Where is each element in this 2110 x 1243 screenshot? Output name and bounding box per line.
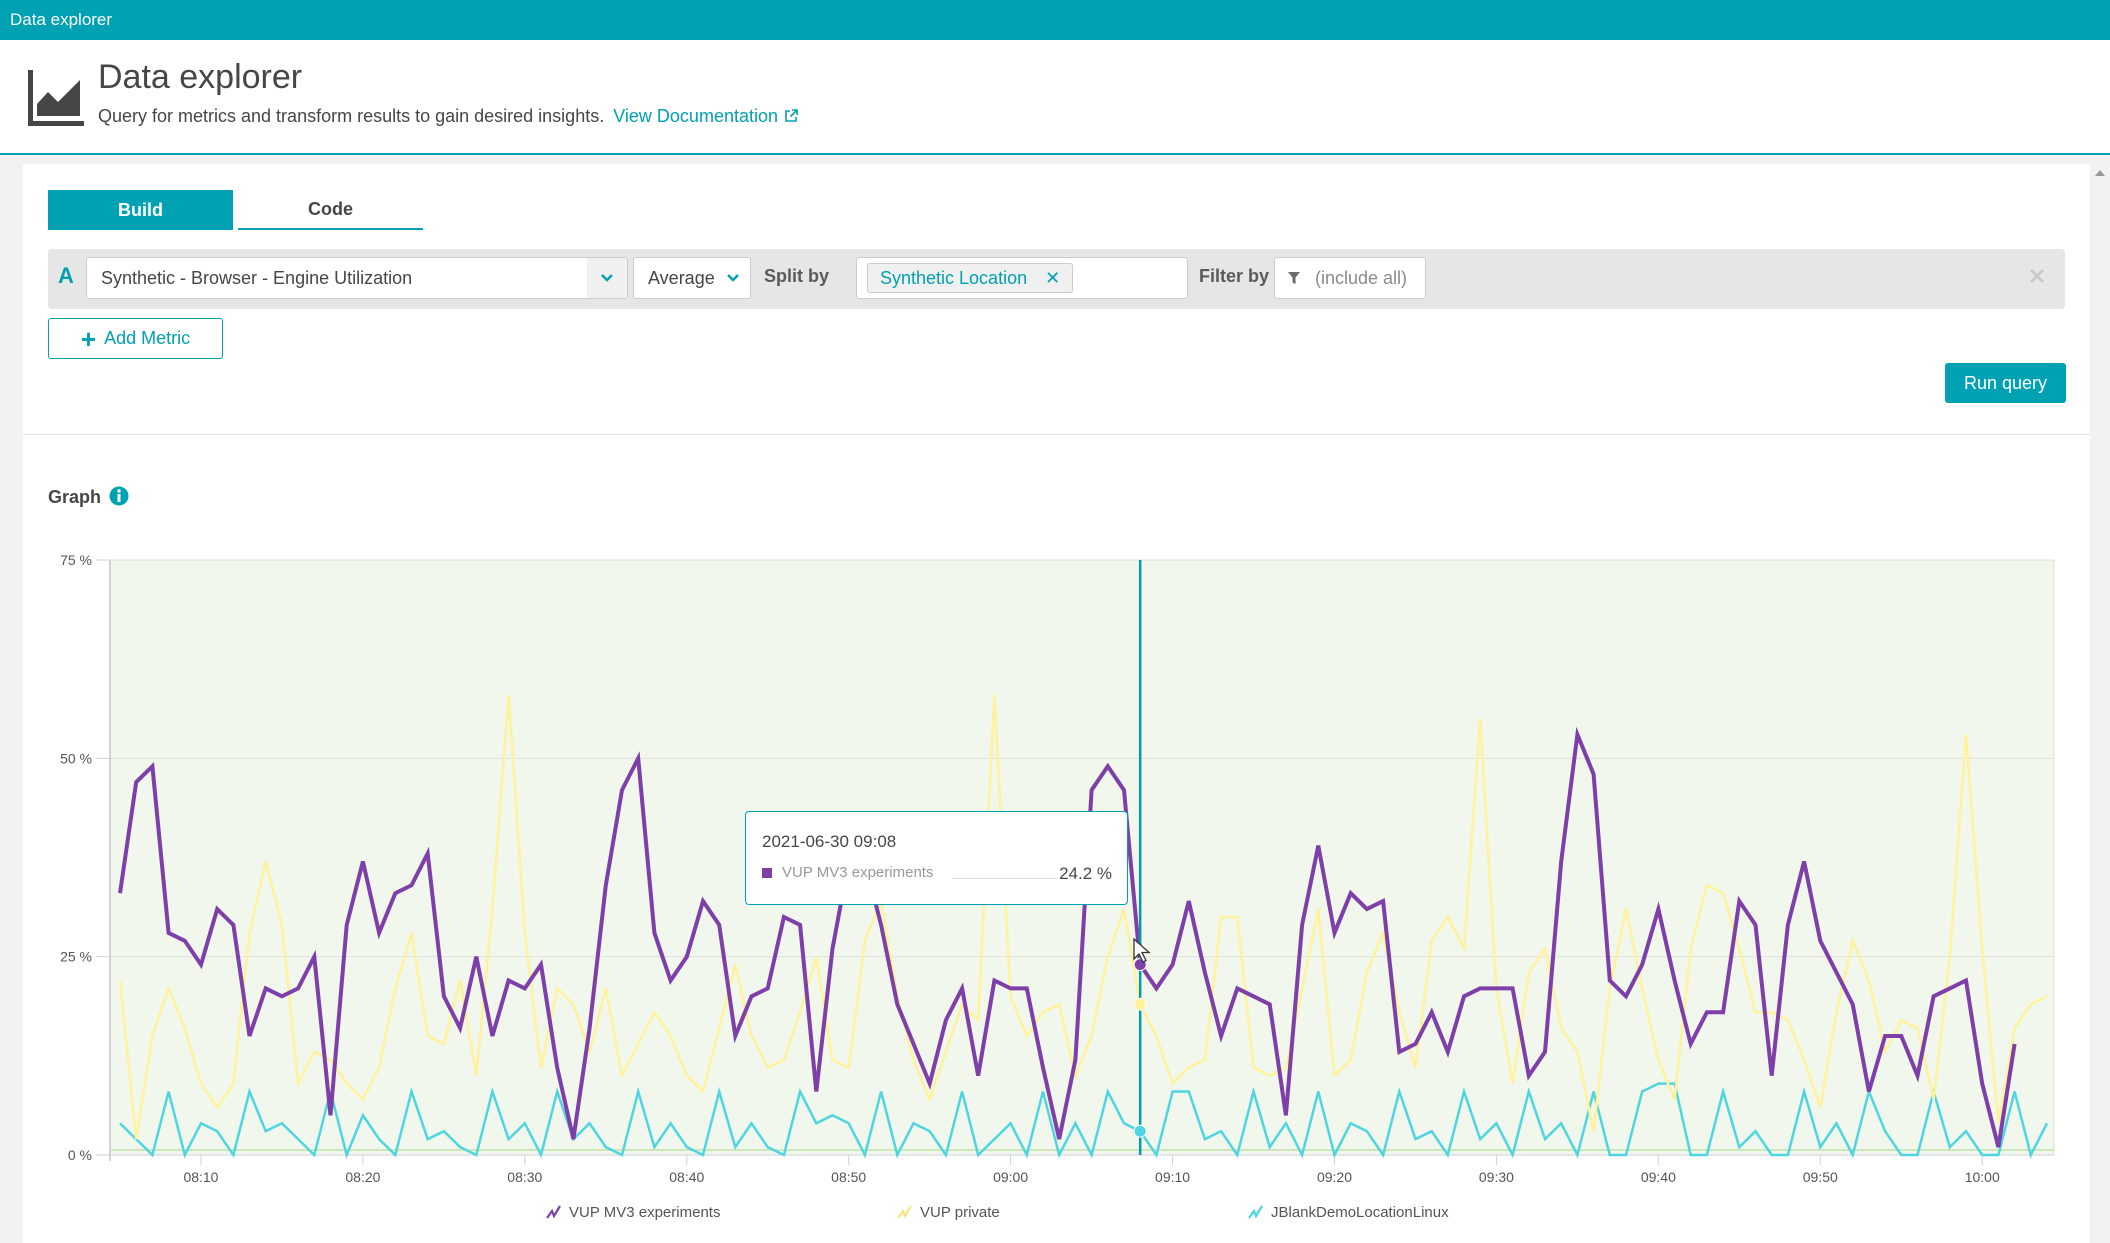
tooltip-series-value: 24.2 % bbox=[1059, 864, 1112, 883]
series-line-icon bbox=[1248, 1205, 1263, 1219]
x-tick-label: 08:20 bbox=[345, 1169, 380, 1185]
mouse-cursor-icon bbox=[1133, 938, 1151, 963]
chart-legend: VUP MV3 experiments VUP private JBlankDe… bbox=[0, 1203, 2110, 1233]
legend-item-vup-private[interactable]: VUP private bbox=[896, 1203, 1000, 1221]
y-tick-label: 75 % bbox=[60, 552, 92, 568]
x-tick-label: 09:00 bbox=[993, 1169, 1028, 1185]
series-line-icon bbox=[546, 1205, 561, 1219]
tooltip-date: 2021-06-30 09:08 bbox=[762, 832, 897, 851]
tooltip-series-name: VUP MV3 experiments bbox=[782, 864, 934, 881]
x-tick-label: 09:20 bbox=[1317, 1169, 1352, 1185]
x-tick-label: 08:30 bbox=[507, 1169, 542, 1185]
x-tick-label: 09:30 bbox=[1479, 1169, 1514, 1185]
x-tick-label: 09:40 bbox=[1641, 1169, 1676, 1185]
x-tick-label: 08:50 bbox=[831, 1169, 866, 1185]
y-tick-label: 25 % bbox=[60, 949, 92, 965]
tooltip-leader-line bbox=[952, 878, 1057, 879]
x-tick-label: 08:40 bbox=[669, 1169, 704, 1185]
legend-item-vup-mv3[interactable]: VUP MV3 experiments bbox=[545, 1203, 720, 1221]
series-line-icon bbox=[897, 1205, 912, 1219]
y-tick-label: 50 % bbox=[60, 750, 92, 766]
tooltip-series-swatch bbox=[762, 868, 772, 878]
legend-label: VUP private bbox=[920, 1203, 1000, 1221]
chart-tooltip: 2021-06-30 09:08 VUP MV3 experiments 24.… bbox=[745, 811, 1128, 905]
legend-label: VUP MV3 experiments bbox=[569, 1203, 721, 1221]
crosshair-point bbox=[1133, 1124, 1147, 1138]
y-tick-label: 0 % bbox=[68, 1147, 92, 1163]
crosshair-point bbox=[1133, 997, 1147, 1011]
legend-item-jblank-demo[interactable]: JBlankDemoLocationLinux bbox=[1247, 1203, 1449, 1221]
tooltip-series-row: VUP MV3 experiments 24.2 % bbox=[762, 864, 1112, 884]
x-tick-label: 09:10 bbox=[1155, 1169, 1190, 1185]
legend-label: JBlankDemoLocationLinux bbox=[1271, 1203, 1449, 1221]
x-tick-label: 09:50 bbox=[1803, 1169, 1838, 1185]
x-tick-label: 10:00 bbox=[1965, 1169, 2000, 1185]
x-tick-label: 08:10 bbox=[183, 1169, 218, 1185]
line-chart[interactable]: 0 % 25 % 50 % 75 % 08:10 08:20 08:30 08:40 08:50… bbox=[0, 0, 2110, 1243]
